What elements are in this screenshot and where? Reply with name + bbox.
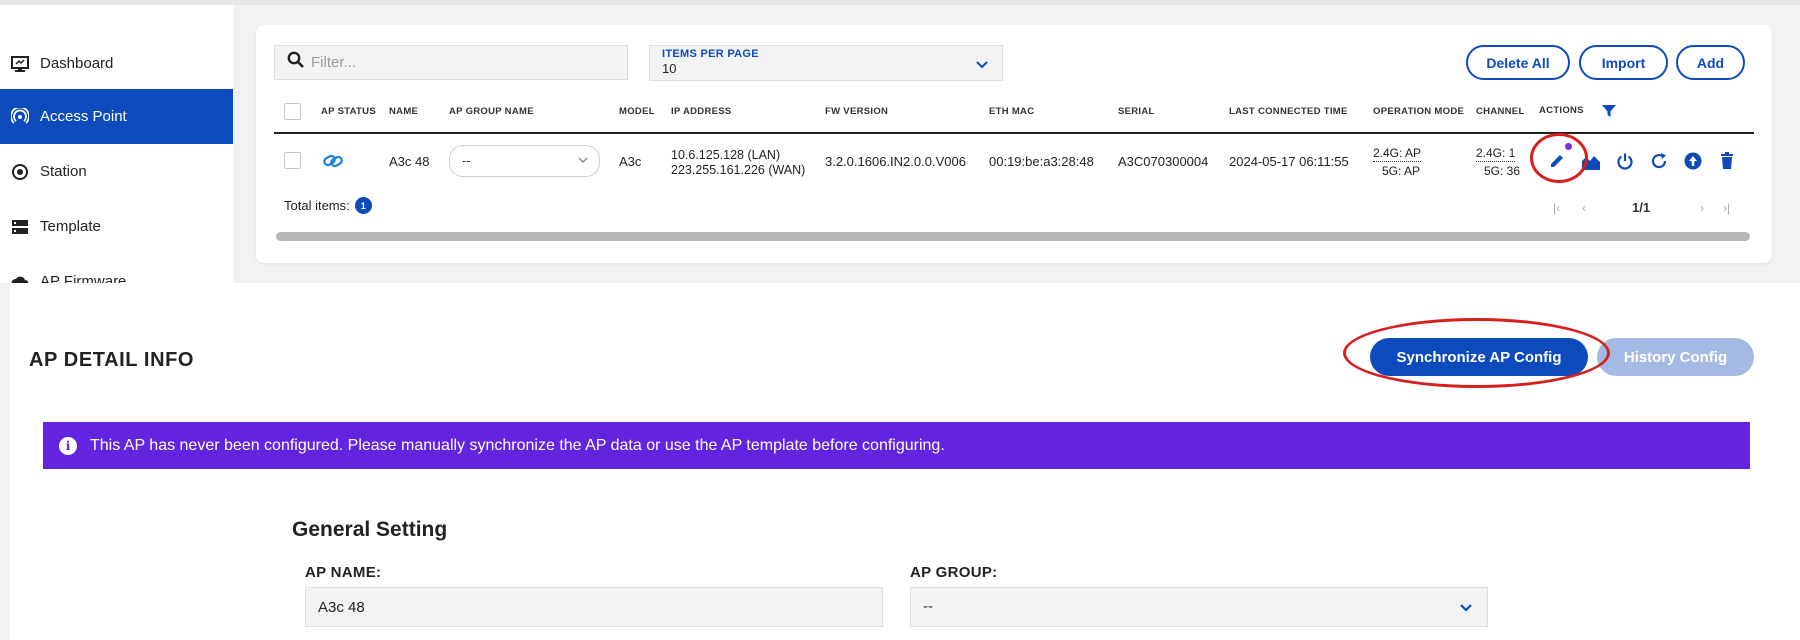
items-per-page-label: ITEMS PER PAGE [662, 48, 759, 60]
history-config-button[interactable]: History Config [1597, 338, 1754, 376]
col-header-name[interactable]: NAME [389, 106, 418, 117]
ap-group-dropdown-value: -- [923, 598, 933, 615]
ap-group-dropdown[interactable]: -- [910, 587, 1488, 627]
op-mode-5-cell: 5G: AP [1382, 164, 1421, 178]
total-items-label: Total items: [284, 198, 350, 213]
ip-wan-cell: 223.255.161.226 (WAN) [671, 163, 806, 177]
refresh-icon[interactable] [1648, 150, 1670, 172]
model-cell: A3c [619, 154, 642, 169]
power-icon[interactable] [1614, 150, 1636, 172]
upload-icon[interactable] [1682, 150, 1704, 172]
total-items: Total items: 1 [284, 197, 372, 214]
col-header-eth-mac[interactable]: ETH MAC [989, 106, 1034, 117]
table-header-divider [274, 132, 1754, 134]
ap-group-select[interactable]: -- [449, 145, 600, 177]
filter-input[interactable] [311, 54, 611, 71]
sidebar: Dashboard Access Point Station Template … [0, 5, 233, 283]
items-per-page-select[interactable]: ITEMS PER PAGE 10 [649, 45, 1003, 81]
sidebar-item-dashboard[interactable]: Dashboard [0, 36, 233, 91]
info-banner: i This AP has never been configured. Ple… [43, 422, 1750, 469]
last-page-icon[interactable]: ›| [1723, 201, 1730, 215]
pagination-info: 1/1 [1632, 200, 1651, 215]
section-title: General Setting [292, 518, 448, 541]
page-edge [0, 283, 10, 640]
sidebar-item-template[interactable]: Template [0, 199, 233, 254]
sidebar-item-ap-firmware[interactable]: AP Firmware [0, 254, 233, 283]
horizontal-scrollbar[interactable] [276, 232, 1750, 241]
col-header-serial[interactable]: SERIAL [1118, 106, 1155, 117]
ap-name-label: AP NAME: [305, 564, 382, 581]
col-header-last-connected-time[interactable]: LAST CONNECTED TIME [1229, 106, 1348, 117]
items-per-page-value: 10 [662, 61, 677, 76]
sidebar-item-label: Access Point [40, 108, 127, 125]
notification-dot [1565, 143, 1572, 150]
op-mode-24-cell: 2.4G: AP [1373, 146, 1422, 162]
total-items-badge: 1 [354, 197, 372, 214]
sidebar-item-station[interactable]: Station [0, 144, 233, 199]
eth-mac-cell: 00:19:be:a3:28:48 [989, 154, 1094, 169]
station-icon [10, 162, 30, 182]
link-status-icon [321, 151, 345, 176]
access-point-icon [10, 107, 30, 127]
col-header-ap-group-name[interactable]: AP GROUP NAME [449, 106, 534, 117]
sidebar-item-label: Dashboard [40, 55, 114, 72]
sidebar-item-label: AP Firmware [40, 273, 127, 283]
chevron-down-icon [577, 154, 589, 169]
col-header-channel[interactable]: CHANNEL [1476, 106, 1525, 117]
fw-version-cell: 3.2.0.1606.IN2.0.0.V006 [825, 154, 966, 169]
delete-all-button[interactable]: Delete All [1466, 45, 1570, 80]
select-all-checkbox[interactable] [284, 103, 301, 120]
access-point-list-view: Dashboard Access Point Station Template … [0, 0, 1800, 283]
row-checkbox[interactable] [284, 152, 301, 169]
last-connected-cell: 2024-05-17 06:11:55 [1229, 154, 1349, 169]
synchronize-ap-config-button[interactable]: Synchronize AP Config [1370, 338, 1588, 376]
template-icon [10, 217, 30, 237]
prev-page-icon[interactable]: ‹ [1582, 201, 1586, 215]
cloud-icon [10, 272, 30, 283]
ap-name-input[interactable] [305, 587, 883, 627]
banner-text: This AP has never been configured. Pleas… [90, 436, 945, 454]
col-header-ip-address[interactable]: IP ADDRESS [671, 106, 732, 117]
ip-lan-cell: 10.6.125.128 (LAN) [671, 148, 781, 162]
channel-24-cell: 2.4G: 1 [1476, 146, 1516, 162]
trash-icon[interactable] [1716, 150, 1738, 172]
filter-field[interactable] [274, 45, 628, 80]
search-icon [287, 51, 305, 74]
ap-name-cell[interactable]: A3c 48 [389, 154, 429, 169]
add-button[interactable]: Add [1676, 45, 1745, 80]
col-header-operation-mode[interactable]: OPERATION MODE [1373, 106, 1464, 117]
monitor-icon [10, 54, 30, 74]
edit-icon[interactable] [1546, 150, 1568, 172]
next-page-icon[interactable]: › [1700, 201, 1704, 215]
col-header-model[interactable]: MODEL [619, 106, 655, 117]
sidebar-item-access-point[interactable]: Access Point [0, 89, 233, 144]
col-header-ap-status[interactable]: AP STATUS [321, 106, 376, 117]
col-header-fw-version[interactable]: FW VERSION [825, 106, 888, 117]
import-button[interactable]: Import [1579, 45, 1668, 80]
sidebar-item-label: Station [40, 163, 87, 180]
ap-group-value: -- [462, 153, 471, 168]
col-header-actions: ACTIONS [1539, 105, 1584, 116]
channel-5-cell: 5G: 36 [1484, 164, 1521, 178]
chevron-down-icon [1459, 600, 1473, 617]
serial-cell: A3C070300004 [1118, 154, 1209, 169]
top-bar [0, 0, 1800, 5]
first-page-icon[interactable]: |‹ [1553, 201, 1560, 215]
sidebar-item-label: Template [40, 218, 101, 235]
chart-icon[interactable] [1580, 150, 1602, 172]
info-icon: i [59, 436, 77, 455]
page-title: AP DETAIL INFO [29, 349, 195, 371]
filter-icon[interactable] [1601, 104, 1617, 123]
chevron-down-icon [976, 56, 988, 74]
ap-group-label: AP GROUP: [910, 564, 998, 581]
